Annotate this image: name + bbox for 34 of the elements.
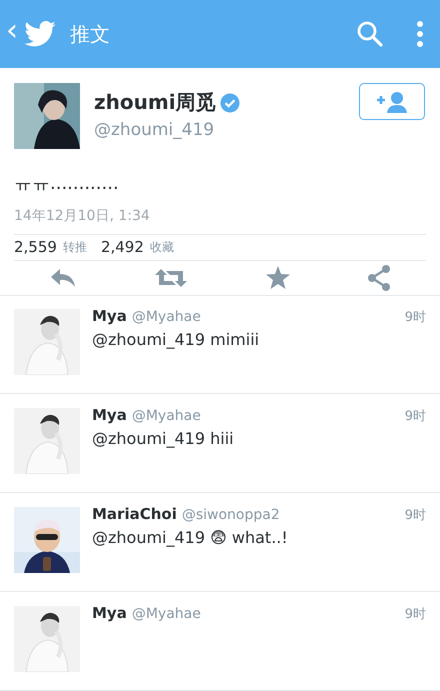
reply-author-name: Mya bbox=[92, 307, 127, 325]
more-options-icon bbox=[416, 20, 424, 48]
reply-author-handle: @siwonoppa2 bbox=[182, 507, 281, 523]
reply-time: 9时 bbox=[404, 507, 426, 524]
reply-author-handle: @Myahae bbox=[132, 408, 202, 424]
tweet-date: 14年12月10日, 1:34 bbox=[14, 207, 151, 225]
search-icon bbox=[356, 20, 384, 48]
reply-author-handle: @Myahae bbox=[132, 309, 202, 325]
back-button[interactable]: ‹ bbox=[6, 16, 18, 46]
screen-title: 推文 bbox=[70, 20, 111, 48]
reply-text: @zhoumi_419 😨 what..! bbox=[92, 528, 289, 547]
reply-text: @zhoumi_419 mimiii bbox=[92, 330, 260, 349]
add-person-icon bbox=[375, 90, 409, 112]
reply-text: @zhoumi_419 hiii bbox=[92, 429, 235, 448]
bird-logo-icon bbox=[24, 21, 56, 47]
favorite-count: 2,492 bbox=[100, 238, 144, 256]
reply-author-name: Mya bbox=[92, 406, 127, 424]
favorite-label: 收藏 bbox=[150, 238, 174, 256]
tweet-text: ㅠㅠ............ bbox=[14, 172, 120, 195]
reply-time: 9时 bbox=[404, 309, 426, 326]
author-handle: @zhoumi_419 bbox=[94, 120, 216, 140]
retweet-label: 转推 bbox=[62, 238, 87, 256]
share-icon bbox=[367, 264, 392, 291]
retweet-icon bbox=[154, 266, 188, 289]
reply-time: 9时 bbox=[404, 606, 426, 623]
reply-author-name: Mya bbox=[92, 604, 127, 622]
reply-time: 9时 bbox=[404, 408, 426, 425]
author-name: zhoumi周觅 bbox=[94, 89, 216, 116]
follow-button[interactable] bbox=[359, 83, 425, 120]
reply-icon bbox=[48, 266, 77, 289]
star-icon bbox=[266, 266, 290, 290]
reply-author-name: MariaChoi bbox=[92, 505, 177, 523]
retweet-count: 2,559 bbox=[14, 238, 57, 256]
reply-author-handle: @Myahae bbox=[132, 606, 202, 622]
